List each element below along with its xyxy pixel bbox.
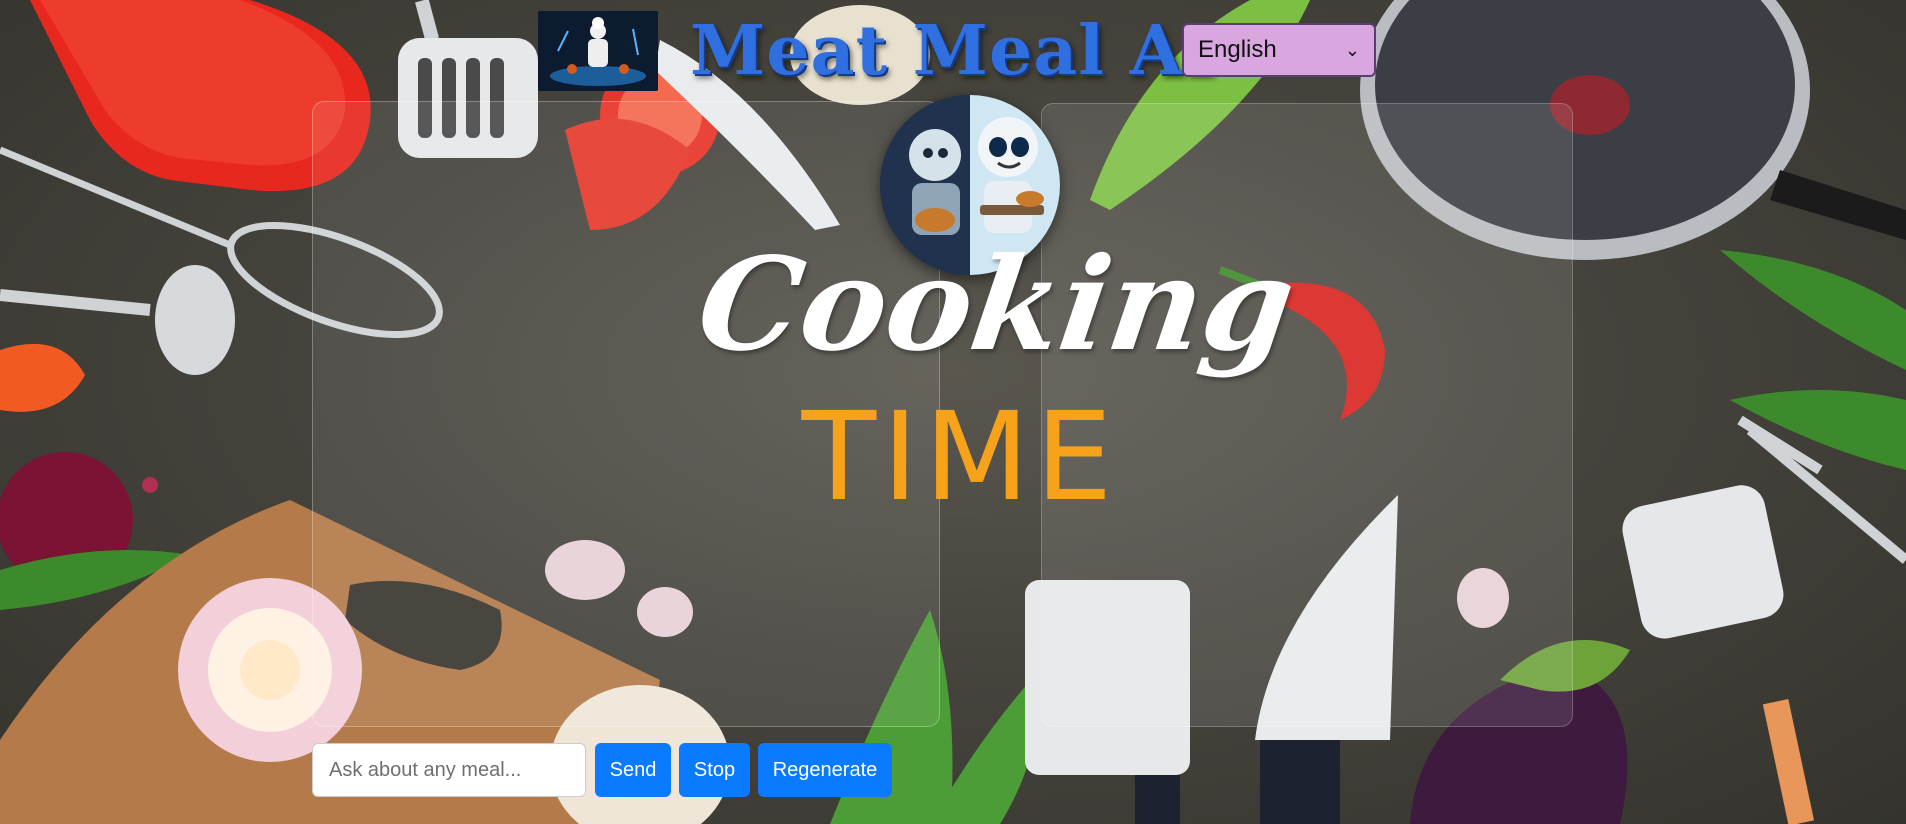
app-title: Meat Meal AI [690,11,1217,91]
spatula-right-icon [1622,485,1815,824]
meal-question-input[interactable] [312,743,586,797]
chef-logo-icon [538,11,658,91]
time-heading: TIME [801,386,1119,528]
language-selected-value: English [1198,36,1277,63]
regenerate-button[interactable]: Regenerate [758,743,892,797]
send-button[interactable]: Send [595,743,671,797]
cooking-heading: Cooking [689,230,1304,380]
stop-button[interactable]: Stop [679,743,750,797]
chevron-down-icon: ⌄ [1344,39,1360,60]
language-select[interactable]: English ⌄ [1182,23,1376,77]
